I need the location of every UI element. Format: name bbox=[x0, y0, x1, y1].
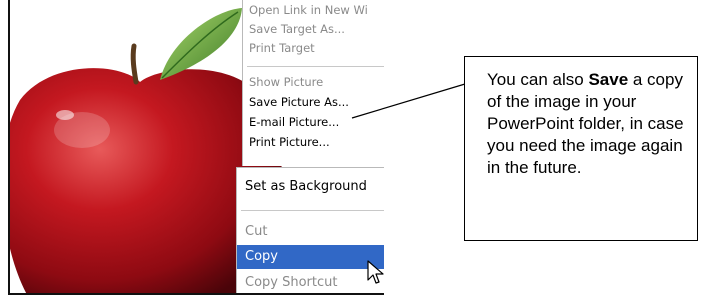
callout-text-before: You can also bbox=[487, 70, 589, 89]
callout-box: You can also Save a copy of the image in… bbox=[464, 56, 698, 241]
callout-text-bold: Save bbox=[588, 70, 629, 89]
